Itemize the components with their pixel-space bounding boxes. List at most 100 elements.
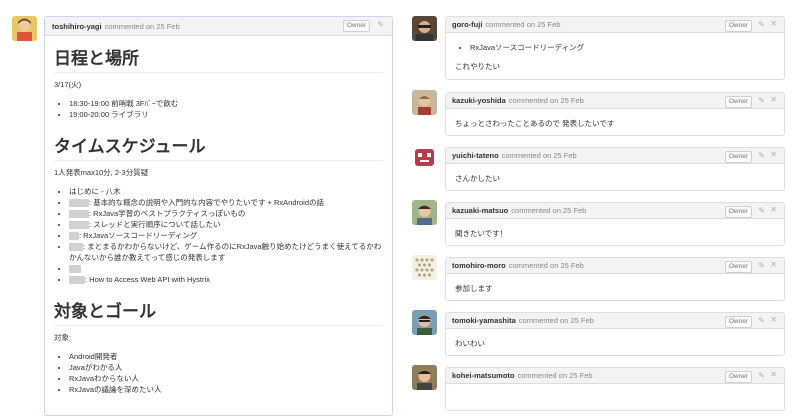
comment-author[interactable]: tomoki-yamashita bbox=[452, 316, 516, 325]
pencil-icon[interactable]: ✎ bbox=[758, 96, 765, 106]
comment-author[interactable]: kazuaki-matsuo bbox=[452, 206, 508, 215]
pencil-icon[interactable]: ✎ bbox=[758, 206, 765, 216]
comment-author[interactable]: tomohiro-moro bbox=[452, 261, 506, 270]
comment-author[interactable]: kohei-matsumoto bbox=[452, 371, 515, 380]
pencil-icon[interactable]: ✎ bbox=[758, 20, 765, 30]
redacted-name bbox=[69, 265, 81, 274]
close-icon[interactable]: ✕ bbox=[770, 315, 777, 325]
heading-target: 対象とゴール bbox=[54, 297, 383, 326]
redacted-name bbox=[69, 221, 89, 230]
redacted-name bbox=[69, 232, 79, 241]
list-item: : RxJavaソースコードリーディング bbox=[69, 230, 383, 241]
comment-header: tomoki-yamashita commented on 25 Feb Own… bbox=[446, 313, 784, 329]
comment-author[interactable]: yuichi-tateno bbox=[452, 151, 499, 160]
comment-kazuki-yoshida: kazuki-yoshida commented on 25 Feb Owner… bbox=[445, 92, 785, 136]
comment-text: ちょっとさわったことあるので 発表したいです bbox=[455, 119, 615, 128]
comment-header: toshihiro-yagi commented on 25 Feb Owner… bbox=[45, 17, 392, 36]
close-icon[interactable]: ✕ bbox=[770, 370, 777, 380]
comment-header: kazuaki-matsuo commented on 25 Feb Owner… bbox=[446, 203, 784, 219]
comment-body: RxJavaソースコードリーディング これやりたい bbox=[446, 33, 784, 78]
comment-header: kohei-matsumoto commented on 25 Feb Owne… bbox=[446, 368, 784, 384]
close-icon[interactable]: ✕ bbox=[770, 150, 777, 160]
avatar-goro-fuji[interactable] bbox=[412, 16, 437, 41]
comment-kohei-matsumoto: kohei-matsumoto commented on 25 Feb Owne… bbox=[445, 367, 785, 411]
owner-badge: Owner bbox=[724, 261, 752, 273]
comment-author[interactable]: toshihiro-yagi bbox=[52, 22, 102, 31]
redacted-name bbox=[69, 199, 89, 208]
comment-yuichi-tateno: yuichi-tateno commented on 25 Feb Owner … bbox=[445, 147, 785, 191]
comment-list: RxJavaソースコードリーディング bbox=[455, 42, 775, 53]
target-intro: 対象: bbox=[54, 333, 72, 342]
comment-text: これやりたい bbox=[455, 62, 500, 71]
comment-text: 聞きたいです！ bbox=[455, 229, 508, 238]
comment-tomoki-yamashita: tomoki-yamashita commented on 25 Feb Own… bbox=[445, 312, 785, 356]
comment-header: yuichi-tateno commented on 25 Feb Owner … bbox=[446, 148, 784, 164]
comment-body bbox=[446, 384, 784, 399]
comment-author[interactable]: goro-fuji bbox=[452, 20, 482, 29]
close-icon[interactable]: ✕ bbox=[770, 19, 777, 29]
comment-goro-fuji: goro-fuji commented on 25 Feb Owner ✎ ✕ … bbox=[445, 16, 785, 80]
comment-timestamp[interactable]: commented on 25 Feb bbox=[511, 206, 586, 215]
comment-body: わいわい bbox=[446, 329, 784, 355]
comment-text: さんかしたい bbox=[455, 174, 500, 183]
timetable-intro: 1人発表max10分, 2-3分質疑 bbox=[54, 168, 149, 177]
pencil-icon[interactable]: ✎ bbox=[758, 371, 765, 381]
comment-body: さんかしたい bbox=[446, 164, 784, 190]
list-item bbox=[69, 263, 383, 274]
redacted-name bbox=[69, 243, 83, 252]
avatar-tomoki-yamashita[interactable] bbox=[412, 310, 437, 335]
pencil-icon[interactable]: ✎ bbox=[377, 20, 384, 30]
redacted-name bbox=[69, 210, 89, 219]
comment-body: ちょっとさわったことあるので 発表したいです bbox=[446, 109, 784, 135]
comment-timestamp[interactable]: commented on 25 Feb bbox=[502, 151, 577, 160]
pencil-icon[interactable]: ✎ bbox=[758, 151, 765, 161]
owner-badge: Owner bbox=[724, 316, 752, 328]
redacted-name bbox=[69, 276, 85, 285]
schedule-date: 3/17(火) bbox=[54, 80, 82, 89]
owner-badge: Owner bbox=[342, 20, 370, 32]
comment-timestamp[interactable]: commented on 25 Feb bbox=[519, 316, 594, 325]
pencil-icon[interactable]: ✎ bbox=[758, 316, 765, 326]
list-item: はじめに - 八木 bbox=[69, 186, 383, 197]
list-item: : スレッドと実行順序について話したい bbox=[69, 219, 383, 230]
comment-header: goro-fuji commented on 25 Feb Owner ✎ ✕ bbox=[446, 17, 784, 33]
comment-body: 参加します bbox=[446, 274, 784, 300]
list-item: : 基本的な概念の説明や入門的な内容でやりたいです + RxAndroidの話 bbox=[69, 197, 383, 208]
close-icon[interactable]: ✕ bbox=[770, 95, 777, 105]
close-icon[interactable]: ✕ bbox=[770, 205, 777, 215]
comment-body: 日程と場所 3/17(火) 18:30-19:00 前哨戦 3Fﾊﾞｰで飲む 1… bbox=[45, 36, 392, 415]
list-item: RxJavaわからない人 bbox=[69, 373, 383, 384]
list-item: RxJavaの議論を深めたい人 bbox=[69, 384, 383, 395]
comment-timestamp[interactable]: commented on 25 Feb bbox=[509, 96, 584, 105]
list-item: RxJavaソースコードリーディング bbox=[470, 42, 775, 53]
avatar-kohei-matsumoto[interactable] bbox=[412, 365, 437, 390]
comment-timestamp[interactable]: commented on 25 Feb bbox=[105, 22, 180, 31]
schedule-list: 18:30-19:00 前哨戦 3Fﾊﾞｰで飲む 19:00-20:00 ライブ… bbox=[54, 98, 383, 120]
list-item: 19:00-20:00 ライブラリ bbox=[69, 109, 383, 120]
comment-header: tomohiro-moro commented on 25 Feb Owner … bbox=[446, 258, 784, 274]
owner-badge: Owner bbox=[724, 20, 752, 32]
list-item: 18:30-19:00 前哨戦 3Fﾊﾞｰで飲む bbox=[69, 98, 383, 109]
avatar-kazuaki-matsuo[interactable] bbox=[412, 200, 437, 225]
pencil-icon[interactable]: ✎ bbox=[758, 261, 765, 271]
heading-schedule: 日程と場所 bbox=[54, 44, 383, 73]
owner-badge: Owner bbox=[724, 371, 752, 383]
timetable-list: はじめに - 八木 : 基本的な概念の説明や入門的な内容でやりたいです + Rx… bbox=[54, 186, 383, 285]
comment-timestamp[interactable]: commented on 25 Feb bbox=[485, 20, 560, 29]
comment-text: わいわい bbox=[455, 339, 485, 348]
avatar-tomohiro-moro[interactable] bbox=[412, 255, 437, 280]
target-list: Android開発者 Javaがわかる人 RxJavaわからない人 RxJava… bbox=[54, 351, 383, 395]
close-icon[interactable]: ✕ bbox=[770, 260, 777, 270]
list-item: : まとまるかわからないけど、ゲーム作るのにRxJava触り始めたけどうまく使え… bbox=[69, 241, 383, 263]
owner-badge: Owner bbox=[724, 96, 752, 108]
list-item: Android開発者 bbox=[69, 351, 383, 362]
heading-timetable: タイムスケジュール bbox=[54, 132, 383, 161]
comment-timestamp[interactable]: commented on 25 Feb bbox=[518, 371, 593, 380]
comment-author[interactable]: kazuki-yoshida bbox=[452, 96, 506, 105]
avatar-kazuki-yoshida[interactable] bbox=[412, 90, 437, 115]
avatar-yuichi-tateno[interactable] bbox=[412, 145, 437, 170]
comment-header: kazuki-yoshida commented on 25 Feb Owner… bbox=[446, 93, 784, 109]
avatar-toshihiro-yagi[interactable] bbox=[12, 16, 37, 41]
comment-text: 参加します bbox=[455, 284, 493, 293]
comment-timestamp[interactable]: commented on 25 Feb bbox=[509, 261, 584, 270]
